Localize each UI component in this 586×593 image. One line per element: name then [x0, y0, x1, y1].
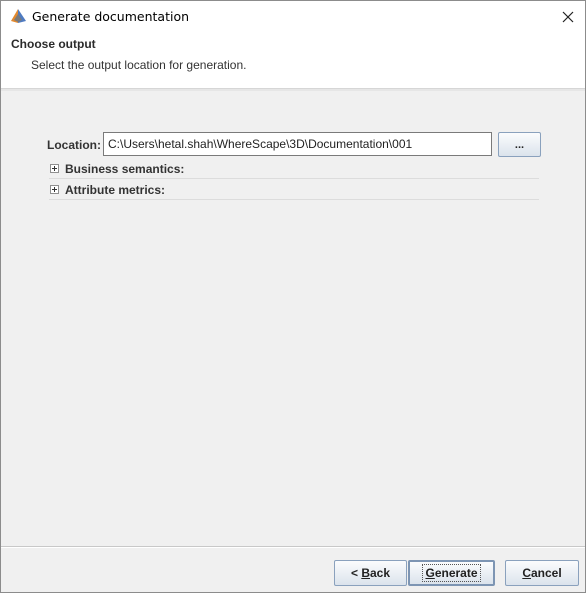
back-rest: ack: [369, 566, 391, 580]
location-label: Location:: [47, 138, 101, 152]
generate-mnemonic: G: [425, 566, 435, 580]
page-title: Choose output: [11, 37, 96, 51]
title-bar: Generate documentation: [1, 1, 585, 32]
attribute-metrics-label: Attribute metrics:: [65, 183, 166, 197]
wizard-header: Choose output Select the output location…: [1, 32, 585, 89]
close-icon[interactable]: [551, 1, 585, 32]
footer-divider-highlight: [1, 547, 585, 548]
window-title: Generate documentation: [32, 9, 190, 24]
cancel-rest: ancel: [530, 566, 562, 580]
page-subtitle: Select the output location for generatio…: [31, 58, 247, 72]
business-semantics-label: Business semantics:: [65, 162, 185, 176]
attribute-metrics-section[interactable]: Attribute metrics:: [49, 182, 539, 200]
generate-focus-ring: Generate: [422, 564, 481, 582]
location-input[interactable]: [103, 132, 492, 156]
expand-plus-icon[interactable]: [50, 185, 59, 194]
cancel-button[interactable]: Cancel: [505, 560, 579, 586]
app-icon: [10, 8, 27, 24]
cancel-mnemonic: C: [522, 566, 531, 580]
browse-button[interactable]: ...: [498, 132, 541, 157]
expand-plus-icon[interactable]: [50, 164, 59, 173]
business-semantics-section[interactable]: Business semantics:: [49, 161, 539, 179]
dialog-window: Generate documentation Choose output Sel…: [0, 0, 586, 593]
generate-button[interactable]: Generate: [408, 560, 495, 586]
back-mnemonic: B: [361, 566, 370, 580]
back-prefix: <: [350, 566, 362, 580]
generate-rest: enerate: [434, 566, 478, 580]
back-button[interactable]: < Back: [334, 560, 407, 586]
wizard-content: Location: ... Business semantics: Attrib…: [1, 91, 585, 546]
